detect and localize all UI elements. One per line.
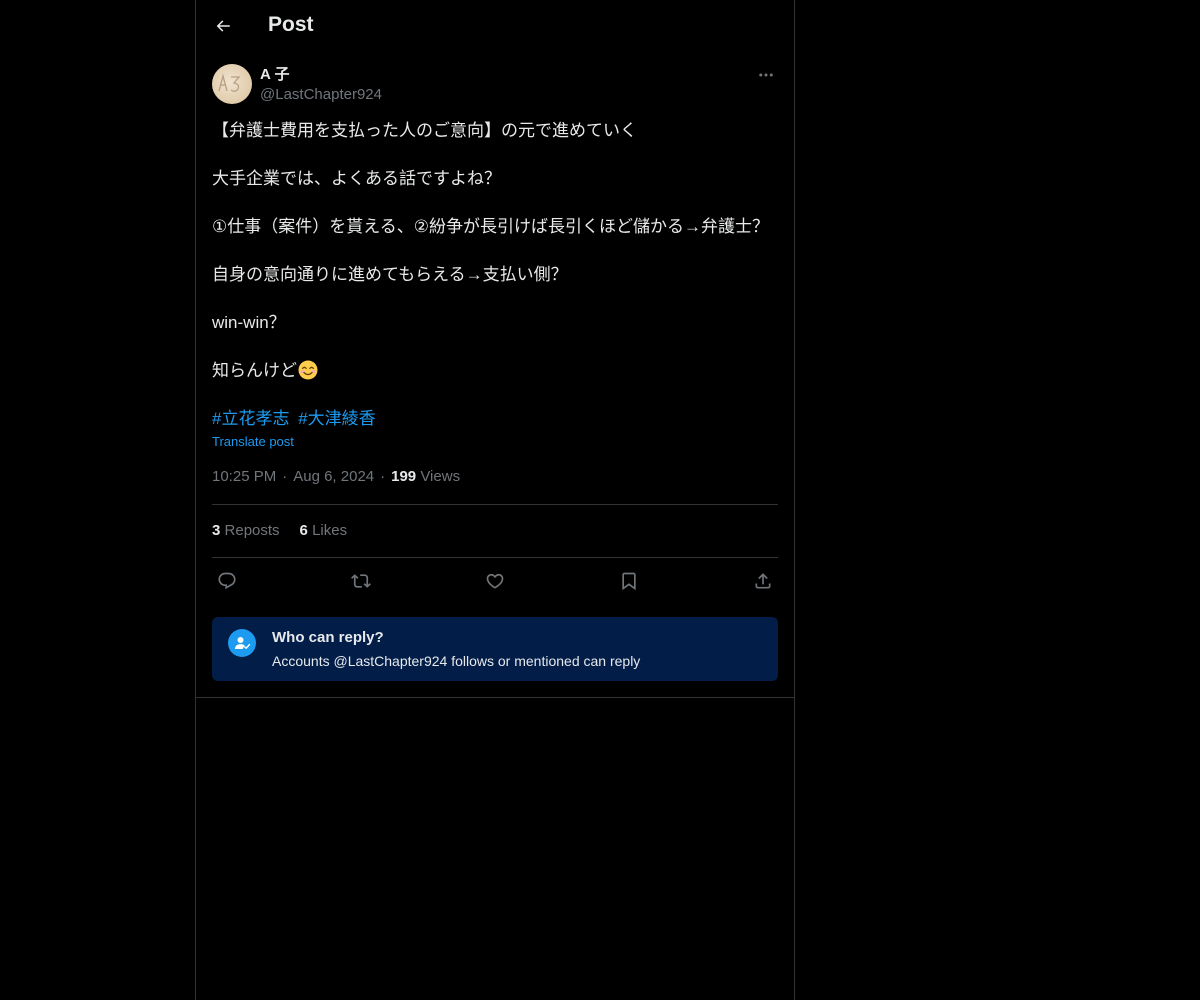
post-time[interactable]: 10:25 PM [212, 468, 276, 485]
post-paragraph: 【弁護士費用を支払った人のご意向】の元で進めていく [212, 121, 637, 140]
hashtag-link[interactable]: #大津綾香 [298, 409, 375, 428]
post-metadata: 10:25 PM · Aug 6, 2024 · 199 Views [212, 468, 460, 485]
bookmark-button[interactable] [614, 569, 644, 593]
post-paragraph-text: 知らんけど [212, 361, 297, 380]
action-bar [212, 569, 778, 593]
hashtags: #立花孝志 #大津綾香 [212, 407, 380, 431]
engagement-stats: 3 Reposts 6 Likes [212, 522, 367, 539]
repost-icon [351, 574, 371, 588]
avatar[interactable] [212, 64, 252, 104]
post-date[interactable]: Aug 6, 2024 [293, 468, 374, 485]
reply-restriction-subtitle: Accounts @LastChapter924 follows or ment… [272, 653, 641, 669]
post-detail-column: Post A 子 @LastChapter924 【弁護士費用を支払った人のご意… [195, 0, 795, 1000]
hashtag-link[interactable]: #立花孝志 [212, 409, 289, 428]
share-button[interactable] [748, 569, 778, 593]
author-handle[interactable]: @LastChapter924 [260, 85, 382, 105]
post-text: 【弁護士費用を支払った人のご意向】の元で進めていく 大手企業では、よくある話です… [212, 119, 778, 407]
divider [212, 557, 778, 558]
author-info[interactable]: A 子 @LastChapter924 [260, 65, 382, 105]
ellipsis-icon [759, 73, 773, 77]
divider [212, 504, 778, 505]
post-paragraph-last: 知らんけど [212, 359, 778, 383]
repost-button[interactable] [346, 569, 376, 593]
reposts-count: 3 [212, 522, 221, 539]
like-button[interactable] [480, 569, 510, 593]
reply-restriction-title: Who can reply? [272, 629, 384, 646]
reply-button[interactable] [212, 569, 242, 593]
post-bottom-divider [196, 697, 794, 698]
display-name[interactable]: A 子 [260, 65, 382, 85]
reply-restriction-notice: Who can reply? Accounts @LastChapter924 … [212, 617, 778, 681]
separator-dot: · [380, 468, 386, 485]
views-count: 199 [391, 468, 417, 485]
reposts-label: Reposts [224, 522, 280, 539]
page-title: Post [268, 13, 314, 36]
translate-post-link[interactable]: Translate post [212, 434, 294, 449]
smiling-face-emoji [298, 360, 318, 380]
post-header: Post [196, 0, 794, 53]
likes-label: Likes [312, 522, 348, 539]
reposts-stat[interactable]: 3 Reposts [212, 522, 280, 539]
share-icon [755, 573, 771, 589]
post-paragraph: 自身の意向通りに進めてもらえる→支払い側？ [212, 265, 568, 284]
avatar-image [218, 73, 241, 92]
likes-count: 6 [299, 522, 308, 539]
likes-stat[interactable]: 6 Likes [300, 522, 348, 539]
views-label: Views [420, 468, 461, 485]
post-paragraph: 大手企業では、よくある話ですよね？ [212, 169, 501, 188]
reply-icon [218, 572, 236, 590]
arrow-left-icon [216, 20, 230, 32]
post-paragraph: win-win？ [212, 313, 286, 332]
bookmark-icon [622, 572, 636, 591]
person-check-icon [228, 629, 256, 657]
back-button[interactable] [208, 11, 238, 41]
heart-icon [486, 573, 504, 589]
post-paragraph: ①仕事（案件）を貰える、②紛争が長引けば長引くほど儲かる→弁護士？ [212, 217, 769, 236]
separator-dot: · [282, 468, 288, 485]
more-options-button[interactable] [754, 64, 778, 86]
